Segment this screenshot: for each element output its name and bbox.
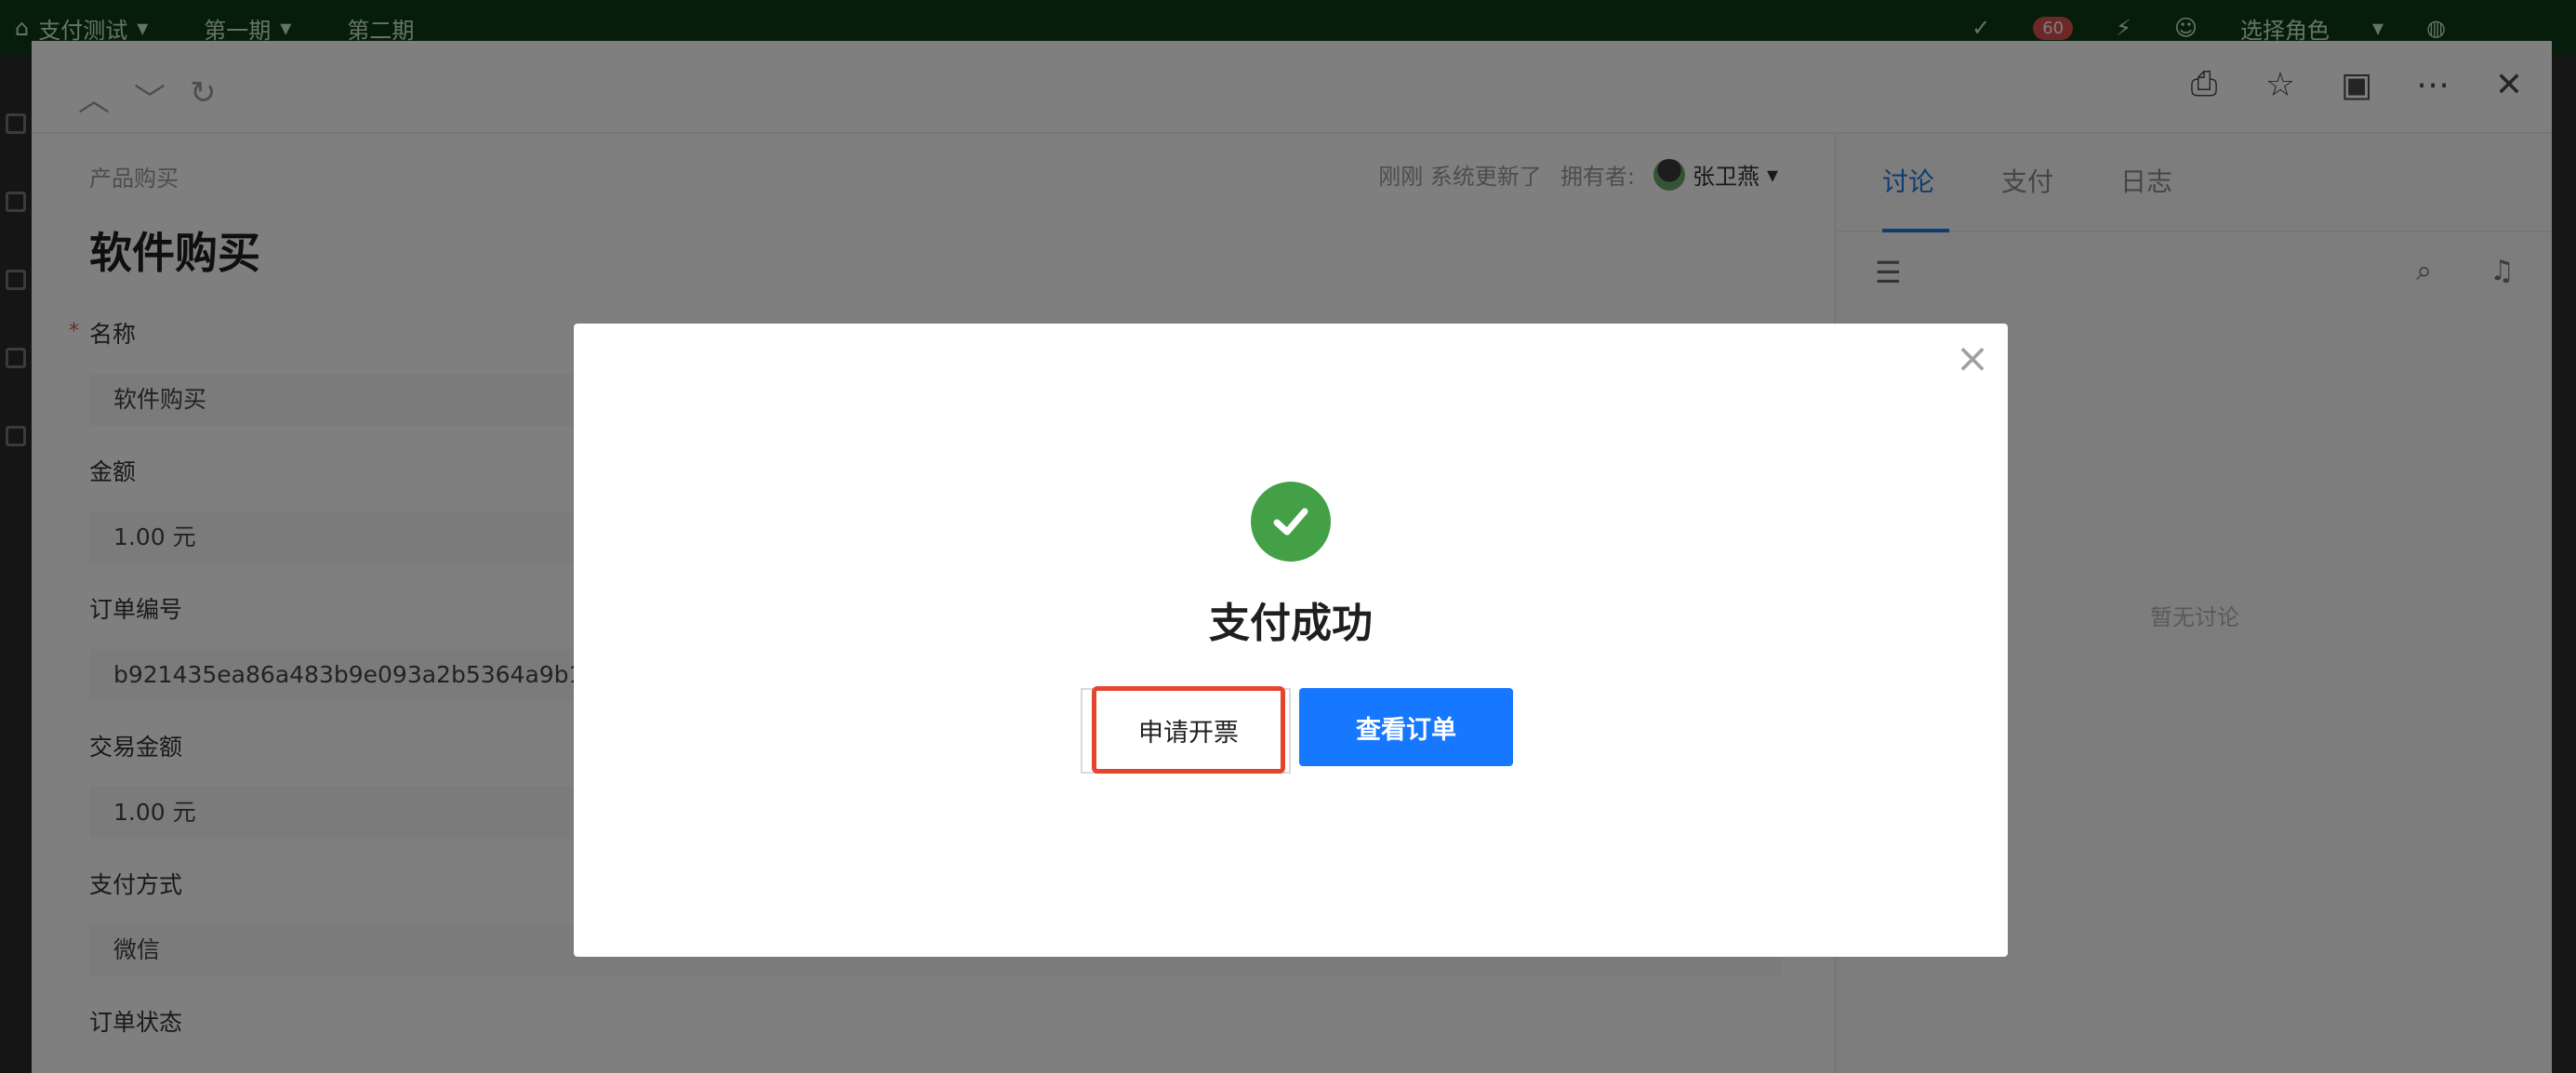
checkmark-icon [1273, 508, 1308, 536]
dialog-title: 支付成功 [1209, 600, 1373, 647]
apply-invoice-label: 申请开票 [1138, 718, 1239, 748]
close-icon[interactable]: × [1954, 338, 1991, 379]
success-check-icon [1251, 482, 1331, 562]
view-order-button[interactable]: 查看订单 [1299, 688, 1513, 766]
apply-invoice-button[interactable]: 申请开票 [1081, 686, 1291, 774]
payment-success-dialog: × 支付成功 申请开票 查看订单 [574, 324, 2008, 957]
highlight-box: 申请开票 [1092, 686, 1285, 774]
